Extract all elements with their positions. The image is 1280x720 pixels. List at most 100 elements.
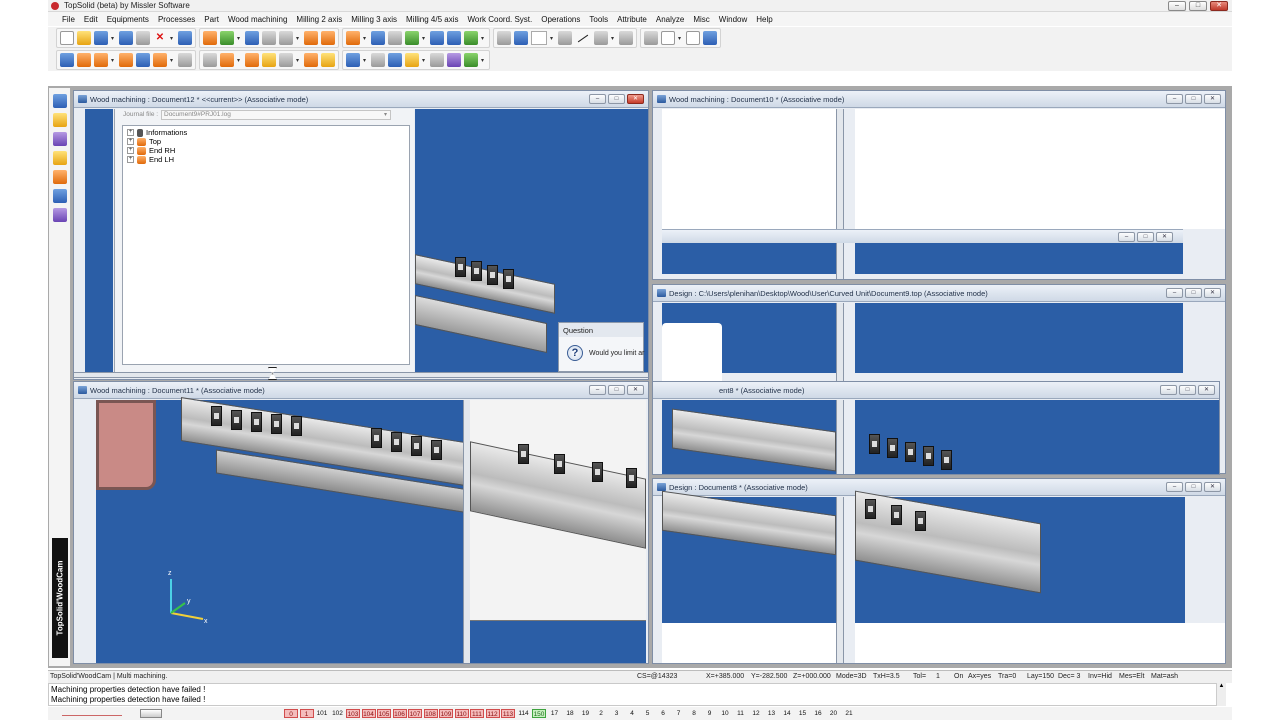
new-icon[interactable] [60, 31, 74, 45]
edit-icon[interactable] [203, 31, 217, 45]
layer-109[interactable]: 109 [439, 709, 453, 718]
question-dialog[interactable]: Question ? Would you limit ar [558, 322, 645, 372]
chevron-down-icon[interactable]: ▾ [237, 35, 242, 42]
layer-18[interactable]: 18 [563, 709, 577, 718]
chevron-down-icon[interactable]: ▾ [170, 35, 175, 42]
delete-icon[interactable]: ✕ [153, 31, 167, 45]
chevron-down-icon[interactable]: ▾ [170, 57, 175, 64]
layer-10[interactable]: 10 [718, 709, 732, 718]
measure-icon[interactable] [388, 31, 402, 45]
layer-110[interactable]: 110 [454, 709, 469, 718]
window-caption[interactable]: Design : C:\Users\plenihan\Desktop\Wood\… [653, 285, 1225, 302]
close-button[interactable]: ✕ [1198, 385, 1215, 395]
maximize-button[interactable]: □ [608, 94, 625, 104]
pointer-icon[interactable] [514, 31, 528, 45]
chevron-down-icon[interactable]: ▾ [111, 57, 116, 64]
sidebar-gear-icon[interactable] [53, 208, 67, 222]
3d-viewport[interactable] [855, 109, 1225, 229]
layer-106[interactable]: 106 [392, 709, 407, 718]
print-icon[interactable] [136, 31, 150, 45]
menu-file[interactable]: File [62, 15, 75, 24]
tool-icon[interactable] [178, 53, 192, 67]
chevron-down-icon[interactable]: ▾ [296, 35, 301, 42]
open-icon[interactable] [77, 31, 91, 45]
layer-104[interactable]: 104 [361, 709, 376, 718]
minimize-button[interactable]: – [1166, 94, 1183, 104]
machine-icon[interactable] [60, 53, 74, 67]
window-document8[interactable]: Design : Document8 * (Associative mode) … [652, 478, 1226, 664]
layer-0[interactable]: 0 [284, 709, 298, 718]
layer-21[interactable]: 21 [842, 709, 856, 718]
window-caption[interactable]: Wood machining : Document10 * (Associati… [653, 91, 1225, 108]
layer-112[interactable]: 112 [485, 709, 500, 718]
expand-icon[interactable]: + [127, 147, 134, 154]
menu-part[interactable]: Part [204, 15, 219, 24]
grid-icon[interactable] [405, 31, 419, 45]
3d-viewport[interactable] [662, 109, 836, 229]
expand-icon[interactable]: + [127, 156, 134, 163]
journal-file-select[interactable]: Document9#PRJ01.log ▾ [161, 110, 391, 120]
chevron-down-icon[interactable]: ▾ [237, 57, 242, 64]
chevron-down-icon[interactable]: ▾ [481, 57, 486, 64]
layer-111[interactable]: 111 [470, 709, 484, 718]
close-button[interactable]: ✕ [627, 385, 644, 395]
3d-viewport[interactable] [662, 490, 836, 623]
chevron-down-icon[interactable]: ▾ [422, 35, 427, 42]
fit-icon[interactable] [447, 31, 461, 45]
menu-tools[interactable]: Tools [589, 15, 608, 24]
chevron-down-icon[interactable]: ▾ [422, 57, 427, 64]
filter-icon[interactable] [644, 31, 658, 45]
layer-8[interactable]: 8 [687, 709, 701, 718]
settings-icon[interactable] [447, 53, 461, 67]
part-icon[interactable] [153, 53, 167, 67]
chevron-down-icon[interactable]: ▾ [611, 35, 616, 42]
help-icon[interactable] [703, 31, 717, 45]
layer-slider-handle[interactable] [140, 709, 162, 718]
dot-icon[interactable] [558, 31, 572, 45]
chevron-down-icon[interactable]: ▾ [363, 57, 368, 64]
menu-equipments[interactable]: Equipments [107, 15, 149, 24]
save-icon[interactable] [94, 31, 108, 45]
layer-icon[interactable] [619, 31, 633, 45]
sidebar-edit-icon[interactable] [53, 151, 67, 165]
cut-icon[interactable] [262, 53, 276, 67]
contour-icon[interactable] [304, 53, 318, 67]
menu-work-coord-syst-[interactable]: Work Coord. Syst. [467, 15, 532, 24]
close-button[interactable]: ✕ [1156, 232, 1173, 242]
minimize-button[interactable]: – [1166, 482, 1183, 492]
expand-icon[interactable]: + [127, 129, 134, 136]
layer-4[interactable]: 4 [625, 709, 639, 718]
layer-6[interactable]: 6 [656, 709, 670, 718]
layers-icon[interactable] [405, 53, 419, 67]
draw-icon[interactable] [304, 31, 318, 45]
chevron-down-icon[interactable]: ▾ [296, 57, 301, 64]
maximize-button[interactable]: □ [1189, 1, 1207, 11]
layer-107[interactable]: 107 [408, 709, 422, 718]
layer-17[interactable]: 17 [548, 709, 562, 718]
minimize-button[interactable]: – [1166, 288, 1183, 298]
document-icon[interactable] [686, 31, 700, 45]
move-icon[interactable] [346, 31, 360, 45]
maximize-button[interactable]: □ [1185, 94, 1202, 104]
maximize-button[interactable]: □ [608, 385, 625, 395]
menu-milling-3-axis[interactable]: Milling 3 axis [351, 15, 397, 24]
layer-16[interactable]: 16 [811, 709, 825, 718]
pocket-icon[interactable] [279, 53, 293, 67]
layer-2[interactable]: 2 [594, 709, 608, 718]
layer-19[interactable]: 19 [579, 709, 593, 718]
line-icon[interactable] [575, 31, 591, 45]
menu-milling-2-axis[interactable]: Milling 2 axis [296, 15, 342, 24]
shape-icon[interactable] [321, 31, 335, 45]
close-button[interactable]: ✕ [1204, 94, 1221, 104]
chevron-down-icon[interactable]: ▾ [678, 35, 683, 42]
simulate-icon[interactable] [346, 53, 360, 67]
table-icon[interactable] [136, 53, 150, 67]
face-icon[interactable] [321, 53, 335, 67]
maximize-button[interactable]: □ [1179, 385, 1196, 395]
layer-3[interactable]: 3 [610, 709, 624, 718]
chevron-down-icon[interactable]: ▾ [363, 35, 368, 42]
chevron-down-icon[interactable]: ▾ [550, 35, 555, 42]
3d-viewport[interactable] [855, 490, 1185, 623]
layer-5[interactable]: 5 [641, 709, 655, 718]
3d-viewport-right-lower[interactable] [470, 620, 646, 663]
